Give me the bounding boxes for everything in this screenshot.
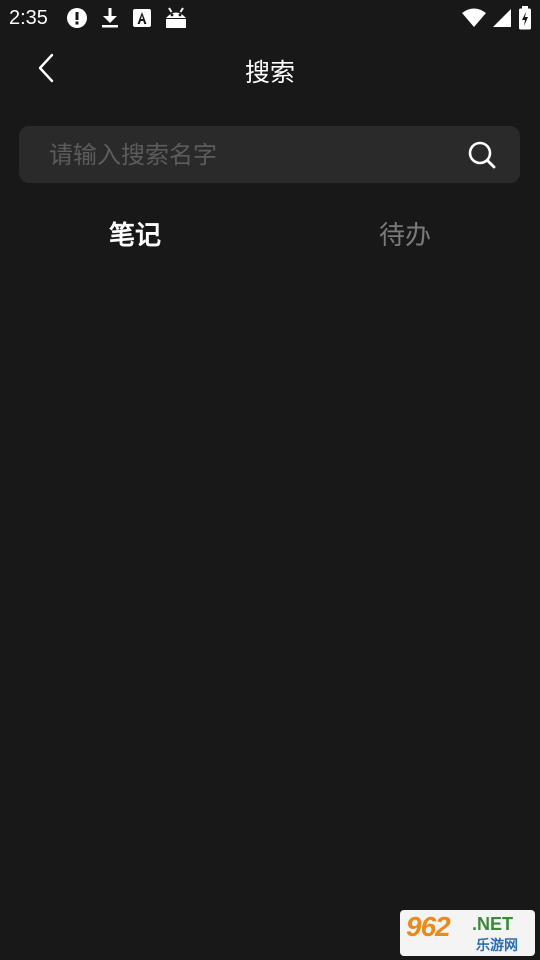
android-icon xyxy=(164,7,188,29)
wifi-icon xyxy=(462,8,486,28)
watermark-number: 962 xyxy=(406,911,451,942)
signal-icon xyxy=(492,8,512,28)
battery-charging-icon xyxy=(518,6,532,30)
watermark-suffix: .NET xyxy=(472,914,514,934)
status-right-icons xyxy=(462,6,532,30)
status-time: 2:35 xyxy=(9,7,48,29)
search-screen: 2:35 搜索 请输入搜索名字 笔记 待办 962 .NET 乐游网 xyxy=(0,0,540,960)
alert-icon xyxy=(66,7,88,29)
tab-bar: 笔记 待办 xyxy=(0,212,540,260)
header: 搜索 xyxy=(0,40,540,104)
status-bar: 2:35 xyxy=(0,0,540,36)
tab-todo[interactable]: 待办 xyxy=(270,212,540,260)
download-icon xyxy=(100,7,120,29)
search-box xyxy=(19,126,520,183)
tab-notes[interactable]: 笔记 xyxy=(0,212,270,260)
search-icon xyxy=(466,141,498,175)
font-a-icon xyxy=(132,8,152,28)
watermark-cn: 乐游网 xyxy=(476,938,518,954)
page-title: 搜索 xyxy=(244,58,295,87)
search-button[interactable] xyxy=(466,139,498,171)
watermark-logo: 962 .NET 乐游网 xyxy=(400,910,535,956)
search-input[interactable] xyxy=(49,136,449,173)
status-left-icons xyxy=(66,6,188,30)
